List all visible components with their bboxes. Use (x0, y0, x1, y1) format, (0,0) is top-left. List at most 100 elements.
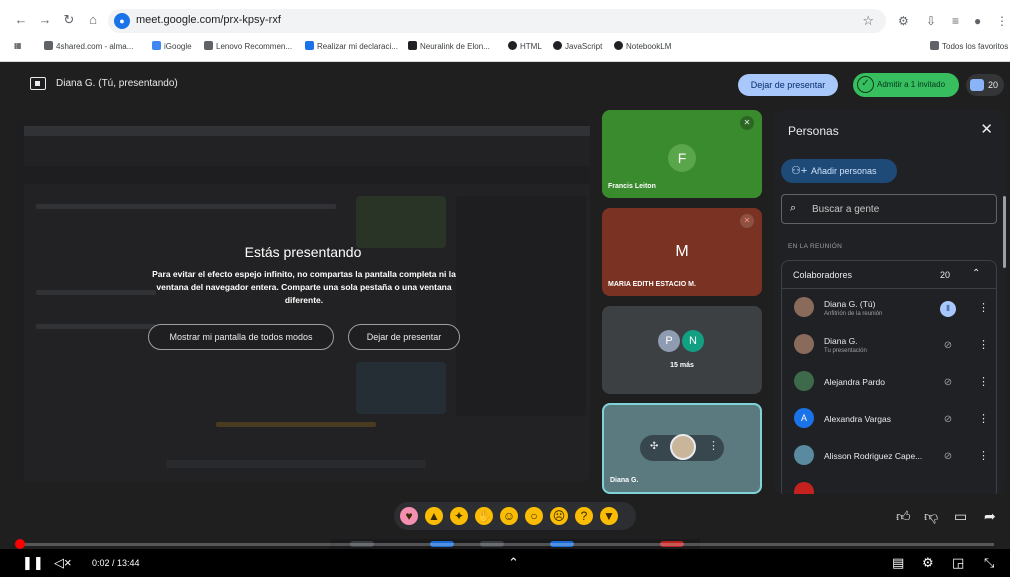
search-input[interactable] (812, 201, 988, 217)
minimize-icon[interactable]: ⤡ (984, 555, 994, 571)
participant-name: Alejandra Pardo (824, 377, 885, 387)
people-search[interactable]: ⌕ (781, 194, 997, 224)
captions-icon[interactable]: ▤ (892, 555, 904, 571)
collaborators-header[interactable]: Colaboradores 20 ⌃ (782, 261, 996, 289)
bookmark-4shared[interactable]: 4shared.com - alma... (44, 41, 133, 51)
menu-icon[interactable]: ⋮ (996, 14, 1008, 28)
bookmark-label: HTML (520, 42, 542, 51)
check-icon: ✓ (857, 76, 874, 93)
party-emoji-icon[interactable]: ✦ (450, 507, 468, 525)
chevron-up-icon[interactable]: ⌃ (972, 268, 980, 279)
github-icon (508, 41, 517, 50)
comment-icon[interactable]: ▭ (954, 508, 967, 525)
more-options-icon[interactable]: ⋮ (978, 375, 989, 388)
stop-presenting-button[interactable]: Dejar de presentar (738, 74, 838, 96)
tile-more-participants[interactable]: P N 15 más (602, 306, 762, 394)
list-item[interactable]: A Alexandra Vargas ⊘ ⋮ (782, 402, 996, 438)
bookmark-notebooklm[interactable]: NotebookLM (614, 41, 671, 51)
list-item[interactable]: Alejandra Pardo ⊘ ⋮ (782, 365, 996, 401)
participant-count: 20 (988, 80, 999, 90)
google-icon (152, 41, 161, 50)
tile-maria-edith[interactable]: ✕ M MARIA EDITH ESTACIO M. (602, 208, 762, 296)
url-text[interactable]: meet.google.com/prx-kpsy-rxf (136, 14, 281, 26)
show-screen-anyway-button[interactable]: Mostrar mi pantalla de todos modos (148, 324, 334, 350)
sad-emoji-icon[interactable]: ☹ (550, 507, 568, 525)
bookmark-html[interactable]: HTML (508, 41, 542, 51)
heart-emoji-icon[interactable]: ♥ (400, 507, 418, 525)
tile-francis-leiton[interactable]: ✕ F Francis Leiton (602, 110, 762, 198)
thumbs-down-icon[interactable]: 👎︎ (924, 508, 938, 525)
mic-off-icon[interactable]: ⊘ (940, 449, 956, 465)
thinking-emoji-icon[interactable]: ? (575, 507, 593, 525)
surprised-emoji-icon[interactable]: ○ (525, 507, 543, 525)
dots-icon (408, 41, 417, 50)
clap-emoji-icon[interactable]: ✋ (475, 507, 493, 525)
mic-off-icon[interactable]: ⊘ (940, 375, 956, 391)
tile-diana-g[interactable]: ✣ ⋮ Diana G. (602, 403, 762, 494)
participant-role: Tu presentación (824, 348, 867, 354)
mic-off-icon[interactable]: ⊘ (940, 338, 956, 354)
list-item[interactable]: Alisson Rodriguez Cape... ⊘ ⋮ (782, 439, 996, 475)
screen: ← → ↻ ⌂ ● meet.google.com/prx-kpsy-rxf ☆… (0, 0, 1010, 577)
bookmark-igoogle[interactable]: iGoogle (152, 41, 192, 51)
group-count: 20 (940, 270, 951, 280)
video-progress-bar[interactable] (15, 539, 994, 549)
bookmark-lenovo[interactable]: Lenovo Recommen... (204, 41, 292, 51)
more-options-icon[interactable]: ⋮ (978, 301, 989, 314)
back-icon[interactable]: ← (12, 11, 30, 29)
pin-icon[interactable]: ✣ (650, 441, 658, 452)
progress-handle[interactable] (15, 539, 25, 549)
thumbs-up-icon[interactable]: 👍︎ (896, 508, 911, 525)
bookmark-declaracion[interactable]: Realizar mi declaraci... (305, 41, 398, 51)
chevron-up-icon[interactable]: ⌃ (508, 555, 519, 571)
laugh-emoji-icon[interactable]: ☺ (500, 507, 518, 525)
home-icon[interactable]: ⌂ (84, 11, 102, 29)
participants-count-button[interactable]: 20 (966, 74, 1004, 96)
volume-muted-icon[interactable]: ◁× (54, 555, 72, 571)
extensions-icon[interactable]: ⚙ (898, 14, 909, 28)
profile-icon[interactable]: ● (974, 14, 981, 28)
people-scrollbar[interactable] (1003, 196, 1006, 268)
bookmark-star-icon[interactable]: ☆ (862, 13, 874, 29)
reload-icon[interactable]: ↻ (60, 11, 78, 29)
cast-icon[interactable]: ◲ (952, 555, 964, 571)
download-icon[interactable]: ⇩ (926, 14, 936, 28)
thumbs-up-emoji-icon[interactable]: ▲ (425, 507, 443, 525)
close-icon[interactable]: ✕ (980, 120, 993, 138)
avatar: M (675, 243, 689, 260)
pause-icon[interactable]: ❚❚ (22, 555, 44, 571)
settings-gear-icon[interactable]: ⚙ (922, 555, 934, 571)
all-bookmarks[interactable]: Todos los favoritos (930, 41, 1008, 51)
site-info-icon[interactable]: ● (114, 13, 130, 29)
avatar (670, 434, 696, 460)
tile-name: Diana G. (610, 477, 639, 484)
more-options-icon[interactable]: ⋮ (978, 449, 989, 462)
avatar: N (682, 330, 704, 352)
people-icon (970, 79, 984, 91)
bookmark-favicon-icon (44, 41, 53, 50)
thumbs-down-emoji-icon[interactable]: ▼ (600, 507, 618, 525)
present-screen-icon (30, 77, 46, 90)
presenting-message: Para evitar el efecto espejo infinito, n… (152, 269, 456, 305)
github-icon (553, 41, 562, 50)
mic-off-icon[interactable]: ⊘ (940, 412, 956, 428)
url-bar[interactable]: ● meet.google.com/prx-kpsy-rxf ☆ (108, 9, 886, 33)
list-item[interactable] (782, 476, 996, 494)
add-people-button[interactable]: ⚇+ Añadir personas (781, 159, 897, 183)
share-icon[interactable]: ➦ (984, 508, 996, 525)
list-item[interactable]: Diana G. (Tú) Anfitrión de la reunión ⦀ … (782, 291, 996, 327)
admit-guest-button[interactable]: ✓ Admitir a 1 invitado (853, 73, 959, 97)
forward-icon[interactable]: → (36, 11, 54, 29)
stop-presenting-overlay-button[interactable]: Dejar de presentar (348, 324, 460, 350)
list-item[interactable]: Diana G. Tu presentación ⊘ ⋮ (782, 328, 996, 364)
apps-icon[interactable]: ▦ (14, 41, 22, 50)
bookmark-label: NotebookLM (626, 42, 672, 51)
reading-icon[interactable]: ≡ (952, 14, 959, 28)
more-options-icon[interactable]: ⋮ (708, 439, 719, 452)
more-options-icon[interactable]: ⋮ (978, 412, 989, 425)
avatar (794, 297, 814, 317)
avatar (794, 334, 814, 354)
more-options-icon[interactable]: ⋮ (978, 338, 989, 351)
bookmark-neuralink[interactable]: Neuralink de Elon... (408, 41, 490, 51)
bookmark-javascript[interactable]: JavaScript (553, 41, 602, 51)
